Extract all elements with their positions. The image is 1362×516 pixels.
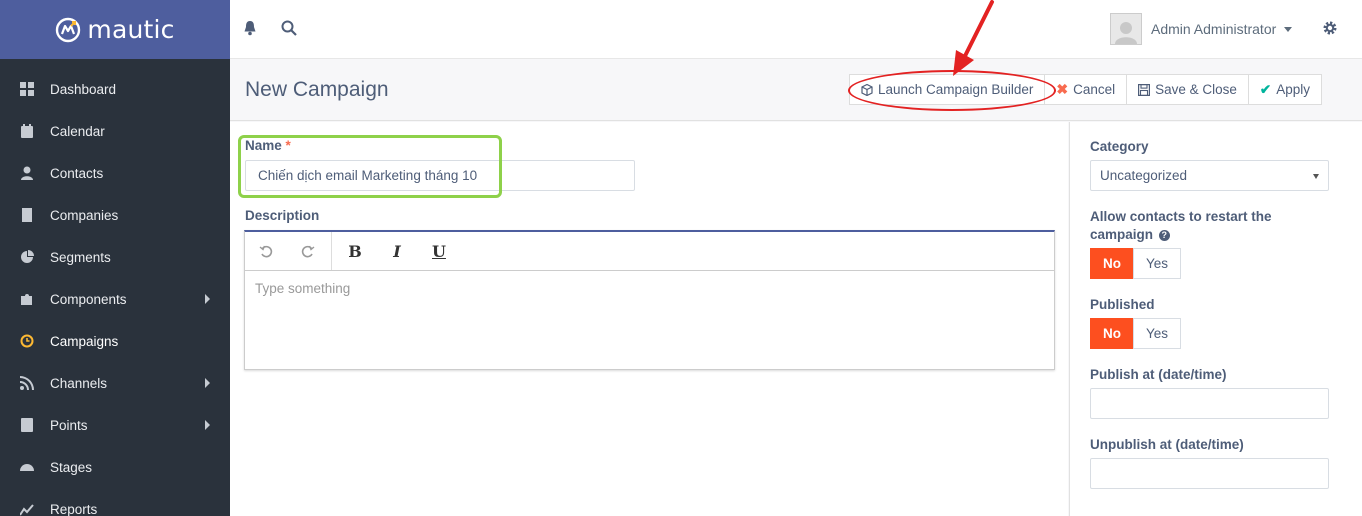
settings-panel: Category Uncategorized Allow contacts to…	[1069, 122, 1362, 516]
italic-button[interactable]: I	[376, 232, 418, 270]
sidebar-item-label: Channels	[50, 375, 108, 391]
save-close-button-label: Save & Close	[1155, 82, 1237, 97]
sidebar-item-points[interactable]: Points	[0, 404, 230, 446]
toolbar-divider	[331, 232, 332, 270]
grid-icon	[20, 82, 34, 96]
sidebar-item-label: Points	[50, 417, 88, 433]
publish-at-input[interactable]	[1090, 388, 1329, 419]
unpublish-at-input[interactable]	[1090, 458, 1329, 489]
sidebar-item-stages[interactable]: Stages	[0, 446, 230, 488]
clock-icon	[20, 334, 34, 348]
page-header: New Campaign Launch Campaign Builder ✖ C…	[230, 59, 1362, 121]
launch-button-label: Launch Campaign Builder	[878, 82, 1034, 97]
apply-button[interactable]: ✔ Apply	[1247, 74, 1323, 105]
description-label: Description	[245, 208, 320, 223]
sidebar-item-label: Campaigns	[50, 333, 119, 349]
sidebar-item-label: Components	[50, 291, 127, 307]
editor-content-area[interactable]: Type something	[245, 271, 1054, 369]
tachometer-icon	[20, 460, 34, 474]
sidebar-item-dashboard[interactable]: Dashboard	[0, 68, 230, 110]
redo-icon[interactable]	[287, 232, 329, 270]
name-input[interactable]: Chiến dịch email Marketing tháng 10	[245, 160, 635, 191]
header-button-group: Launch Campaign Builder ✖ Cancel Save & …	[849, 74, 1323, 105]
close-icon: ✖	[1056, 81, 1069, 97]
restart-yes-button[interactable]: Yes	[1133, 248, 1181, 279]
published-no-button[interactable]: No	[1090, 318, 1134, 349]
bell-icon[interactable]	[242, 20, 258, 36]
editor-toolbar: B I U	[245, 232, 1054, 271]
mautic-logo-icon	[56, 17, 81, 42]
brand-name: mautic	[87, 15, 175, 44]
sidebar-item-channels[interactable]: Channels	[0, 362, 230, 404]
sidebar-item-label: Reports	[50, 501, 98, 516]
save-close-button[interactable]: Save & Close	[1126, 74, 1249, 105]
sidebar-item-contacts[interactable]: Contacts	[0, 152, 230, 194]
restart-toggle: No Yes	[1090, 248, 1181, 279]
unpublish-at-label: Unpublish at (date/time)	[1090, 437, 1244, 452]
page-title: New Campaign	[245, 78, 389, 101]
sidebar-item-reports[interactable]: Reports	[0, 488, 230, 516]
sidebar-item-label: Segments	[50, 249, 111, 265]
user-name: Admin Administrator	[1151, 21, 1277, 37]
sidebar-item-label: Stages	[50, 459, 93, 475]
restart-label-text: Allow contacts to restart the campaign	[1090, 209, 1272, 242]
line-chart-icon	[20, 502, 34, 516]
user-icon	[20, 166, 34, 180]
category-selected-value: Uncategorized	[1100, 168, 1188, 183]
building-icon	[20, 208, 34, 222]
description-editor: B I U Type something	[244, 230, 1055, 370]
avatar	[1110, 13, 1142, 45]
restart-no-button[interactable]: No	[1090, 248, 1134, 279]
campaign-form: Name * Chiến dịch email Marketing tháng …	[230, 122, 1068, 516]
sidebar-nav: Dashboard Calendar Contacts Companies Se…	[0, 59, 230, 516]
bold-button[interactable]: B	[334, 232, 376, 270]
chevron-right-icon	[205, 420, 210, 430]
puzzle-icon	[20, 292, 34, 306]
search-icon[interactable]	[281, 20, 297, 36]
category-label: Category	[1090, 139, 1149, 154]
name-label-text: Name	[245, 138, 282, 153]
caret-down-icon	[1284, 26, 1293, 32]
calendar-icon	[20, 124, 34, 138]
topbar: Admin Administrator	[230, 0, 1362, 59]
sidebar-item-label: Dashboard	[50, 81, 117, 97]
sidebar-item-segments[interactable]: Segments	[0, 236, 230, 278]
sidebar-item-companies[interactable]: Companies	[0, 194, 230, 236]
sidebar-item-components[interactable]: Components	[0, 278, 230, 320]
cancel-button-label: Cancel	[1073, 82, 1116, 97]
published-yes-button[interactable]: Yes	[1133, 318, 1181, 349]
check-icon: ✔	[1259, 81, 1272, 97]
sidebar-item-label: Companies	[50, 207, 119, 223]
launch-campaign-builder-button[interactable]: Launch Campaign Builder	[849, 74, 1046, 105]
published-label: Published	[1090, 297, 1155, 312]
name-label: Name *	[245, 138, 291, 153]
save-icon	[1138, 83, 1151, 96]
calculator-icon	[20, 418, 34, 432]
required-mark: *	[285, 138, 291, 153]
sidebar-item-label: Calendar	[50, 123, 105, 139]
publish-at-label: Publish at (date/time)	[1090, 367, 1227, 382]
chevron-right-icon	[205, 294, 210, 304]
cancel-button[interactable]: ✖ Cancel	[1044, 74, 1128, 105]
gear-icon[interactable]	[1322, 20, 1338, 36]
sidebar-item-campaigns[interactable]: Campaigns	[0, 320, 230, 362]
category-select[interactable]: Uncategorized	[1090, 160, 1329, 191]
user-menu[interactable]: Admin Administrator	[1110, 13, 1293, 45]
underline-button[interactable]: U	[418, 232, 460, 270]
brand-logo[interactable]: mautic	[0, 0, 230, 59]
cube-icon	[861, 83, 873, 96]
chevron-down-icon	[1313, 174, 1319, 179]
sidebar-item-calendar[interactable]: Calendar	[0, 110, 230, 152]
chevron-right-icon	[205, 378, 210, 388]
pie-chart-icon	[20, 250, 34, 264]
apply-button-label: Apply	[1276, 82, 1311, 97]
sidebar: mautic Dashboard Calendar Contacts Compa…	[0, 0, 230, 516]
undo-icon[interactable]	[245, 232, 287, 270]
published-toggle: No Yes	[1090, 318, 1181, 349]
question-circle-icon[interactable]: ?	[1158, 230, 1170, 241]
sidebar-item-label: Contacts	[50, 165, 104, 181]
restart-label: Allow contacts to restart the campaign ?	[1090, 208, 1290, 244]
rss-icon	[20, 376, 34, 390]
avatar-placeholder-icon	[1115, 22, 1137, 44]
